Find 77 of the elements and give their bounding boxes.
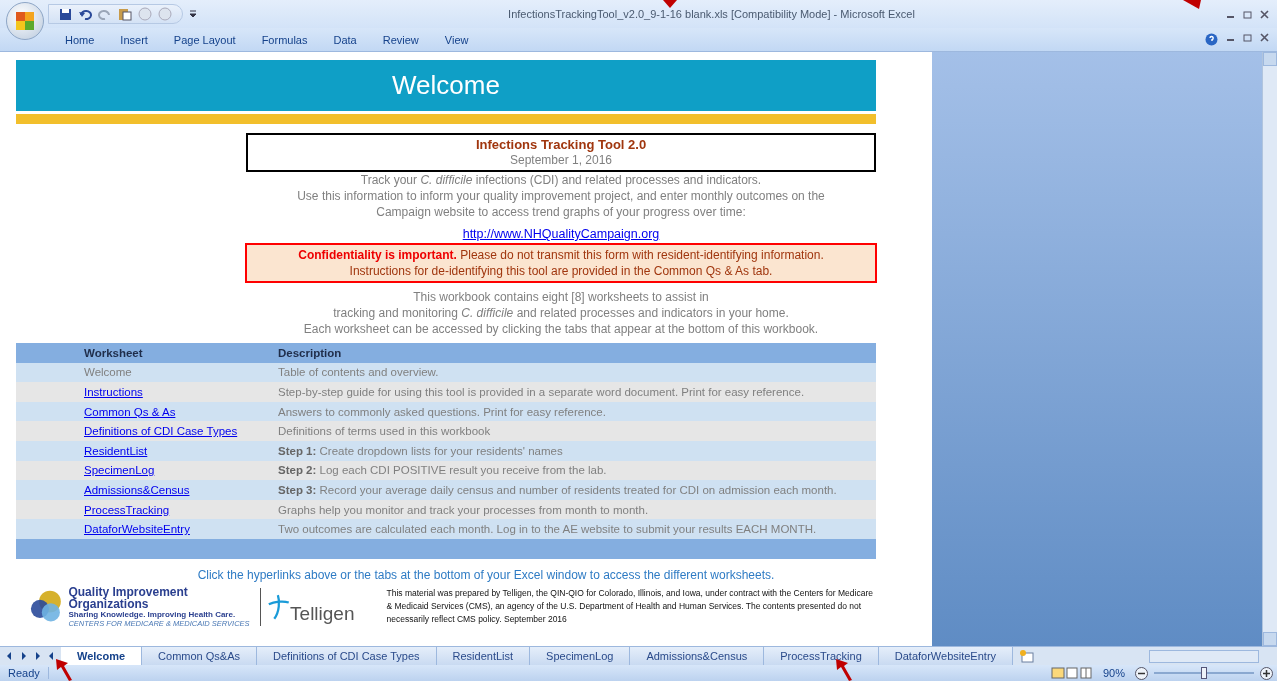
sheet-tab[interactable]: ProcessTracking: [764, 647, 879, 665]
table-cell: Definitions of terms used in this workbook: [278, 425, 491, 438]
ribbon-tab[interactable]: Insert: [107, 29, 161, 50]
table-cell: Graphs help you monitor and track your processes from month to month.: [278, 503, 649, 516]
ribbon-tab[interactable]: Home: [52, 29, 108, 50]
notice-text: Confidentiality is important. Please do not transmit this form with resident-identifying information.: [298, 247, 824, 263]
logo-text: Organizations: [68, 597, 149, 610]
help-icon[interactable]: [1205, 33, 1218, 46]
disclaimer-text: This material was prepared by Telligen, the QIN-QIO for Colorado, Illinois, and Iowa, under contract with the Centers for Medicare & Medicaid Services (CMS), an agency of the U.S. Department of Health and Human Services. The contents presented do not necessarily reflect CMS policy. September 2016: [386, 587, 874, 627]
overview-text: Each worksheet can be accessed by clicking the tabs that appear at the bottom of this workbook.: [303, 321, 819, 337]
sheet-tab[interactable]: Welcome: [61, 647, 143, 665]
intro-text: Track your C. difficile infections (CDI) and related processes and indicators.: [360, 172, 762, 188]
table-cell: Step-by-step guide for using this tool is provided in a separate word document. Print for easy reference.: [278, 386, 805, 398]
logo-text: Quality Improvement: [68, 585, 189, 598]
sheet-tab[interactable]: Definitions of CDI Case Types: [257, 647, 437, 665]
campaign-link[interactable]: http://www.NHQualityCampaign.org: [462, 227, 660, 241]
worksheet-link[interactable]: Common Qs & As: [84, 405, 278, 418]
zoom-thumb[interactable]: [1201, 667, 1207, 679]
date-text: September 1, 2016: [509, 152, 613, 168]
worksheet-link[interactable]: Admissions&Census: [84, 483, 278, 496]
table-cell-text: Welcome: [84, 366, 133, 379]
horizontal-scrollbar[interactable]: [1149, 649, 1259, 663]
annotation-arrow: [1183, 0, 1201, 10]
intro-text: Use this information to inform your quality improvement project, and enter monthly outcomes on the: [297, 188, 825, 204]
worksheet-link[interactable]: Instructions: [84, 386, 278, 398]
close-icon[interactable]: [1260, 33, 1269, 42]
status-text: Ready: [0, 667, 49, 679]
sheet-tab[interactable]: ResidentList: [436, 647, 531, 665]
sheet-tab[interactable]: Admissions&Census: [630, 647, 765, 665]
page-layout-icon[interactable]: [1064, 667, 1079, 679]
zoom-out-icon[interactable]: [1135, 666, 1148, 680]
telligen-logo-text: Telligen: [290, 602, 355, 625]
notice-text: Instructions for de-identifying this tool are provided in the Common Qs & As tab.: [349, 263, 773, 279]
close-icon[interactable]: [1260, 9, 1269, 19]
worksheet-link[interactable]: DataforWebsiteEntry: [84, 523, 278, 536]
window-title: InfectionsTrackingTool_v2.0_9-1-16 blank.xls [Compatibility Mode] - Microsoft Excel: [507, 8, 916, 20]
vertical-scrollbar[interactable]: [1262, 52, 1277, 646]
ribbon-tab[interactable]: Review: [369, 29, 432, 50]
hint-text: Click the hyperlinks above or the tabs at the bottom of your Excel window to access the different worksheets.: [197, 567, 775, 582]
table-cell: Table of contents and overview.: [278, 366, 439, 379]
overview-text: tracking and monitoring C. difficile and related processes and indicators in your home.: [333, 305, 789, 321]
page-break-icon[interactable]: [1078, 667, 1093, 679]
table-cell: Step 1: Create dropdown lists for your residents' names: [278, 444, 563, 457]
paste-icon[interactable]: [118, 7, 132, 21]
sheet-tab[interactable]: SpecimenLog: [530, 647, 631, 665]
zoom-level: 90%: [1102, 667, 1125, 679]
ribbon-tab[interactable]: View: [431, 29, 482, 50]
ribbon-tab[interactable]: Page Layout: [160, 29, 249, 50]
restore-icon[interactable]: [1243, 33, 1252, 42]
ribbon-tab[interactable]: Data: [320, 29, 370, 50]
undo-icon[interactable]: [78, 7, 92, 21]
column-header: Description: [278, 346, 342, 359]
worksheet-link[interactable]: Definitions of CDI Case Types: [84, 425, 278, 438]
restore-icon[interactable]: [1243, 9, 1252, 19]
annotation-arrow: [663, 0, 677, 8]
worksheet-link[interactable]: ProcessTracking: [84, 503, 278, 516]
zoom-in-icon[interactable]: [1260, 666, 1273, 680]
table-cell: Answers to commonly asked questions. Print for easy reference.: [278, 405, 606, 418]
worksheet-link[interactable]: SpecimenLog: [84, 464, 278, 477]
office-logo-icon: [14, 10, 36, 32]
sheet-tab[interactable]: Common Qs&As: [142, 647, 257, 665]
sheet-tab[interactable]: DataforWebsiteEntry: [878, 647, 1014, 665]
tool-title: Infections Tracking Tool 2.0: [475, 137, 647, 152]
column-header: Worksheet: [84, 346, 144, 359]
overview-text: This workbook contains eight [8] worksheets to assist in: [413, 289, 709, 305]
logo-tagline: Sharing Knowledge. Improving Health Care.: [68, 609, 237, 619]
table-cell: Step 3: Record your average daily census and number of residents treated for CDI on admission each month.: [278, 483, 837, 496]
table-cell: Two outcomes are calculated each month. Log in to the AE website to submit your results EACH MONTH.: [278, 523, 817, 536]
office-button[interactable]: [6, 2, 44, 40]
worksheet-link[interactable]: ResidentList: [84, 444, 278, 457]
table-cell: Step 2: Log each CDI POSITIVE result you receive from the lab.: [278, 464, 607, 477]
save-icon[interactable]: [59, 7, 72, 21]
annotation-arrow: [54, 657, 74, 681]
customize-caret-icon[interactable]: [189, 10, 197, 18]
welcome-banner: Welcome: [16, 60, 876, 111]
ribbon-tab[interactable]: Formulas: [248, 29, 321, 50]
intro-text: Campaign website to access trend graphs of your progress over time:: [376, 204, 746, 220]
